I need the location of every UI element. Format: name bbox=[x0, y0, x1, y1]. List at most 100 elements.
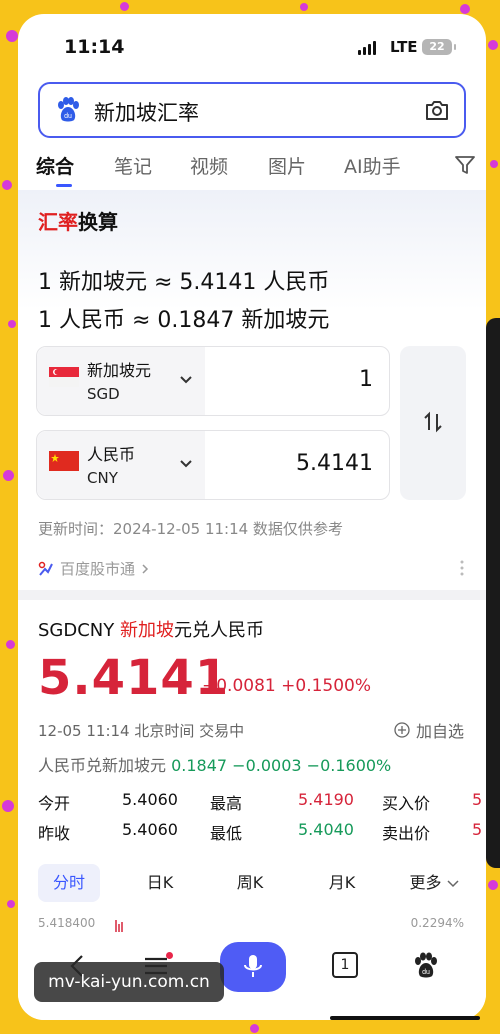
add-watchlist-label: 加自选 bbox=[415, 722, 464, 741]
decor-dot bbox=[2, 180, 12, 190]
open-value: 5.4060 bbox=[122, 790, 178, 809]
chart-tab-monthly[interactable]: 月K bbox=[320, 864, 364, 902]
pair-accent: 新加坡 bbox=[120, 620, 174, 641]
chart-top-value: 5.418400 bbox=[38, 916, 96, 930]
rate-line-cny-sgd: 1 人民币 ≈ 0.1847 新加坡元 bbox=[38, 308, 330, 333]
ask-value: 5 bbox=[472, 820, 483, 839]
menu-notification-dot bbox=[166, 952, 173, 959]
chart-tab-weekly[interactable]: 周K bbox=[228, 864, 272, 902]
tab-ai-assistant[interactable]: AI助手 bbox=[344, 152, 401, 179]
inverse-rate-values: 0.1847 −0.0003 −0.1600% bbox=[171, 756, 392, 775]
quote-row-prev-close: 昨收 5.4060 最低 5.4040 卖出价 5 bbox=[38, 820, 486, 846]
chevron-down-icon bbox=[180, 460, 192, 468]
from-currency-name: 新加坡元 bbox=[87, 361, 152, 380]
chart-tab-intraday[interactable]: 分时 bbox=[38, 864, 100, 902]
to-amount-input[interactable]: 5.4141 bbox=[296, 451, 373, 476]
chevron-down-icon bbox=[447, 880, 459, 888]
decor-dot bbox=[488, 880, 498, 890]
svg-text:du: du bbox=[64, 113, 72, 120]
tab-images[interactable]: 图片 bbox=[268, 152, 306, 179]
tabs-count: 1 bbox=[340, 957, 350, 973]
swap-currencies-button[interactable] bbox=[400, 346, 466, 500]
tabs-count-button[interactable]: 1 bbox=[332, 952, 358, 978]
pair-code: SGDCNY bbox=[38, 620, 115, 641]
high-value: 5.4190 bbox=[298, 790, 354, 809]
decor-dot bbox=[120, 2, 129, 11]
active-tab-indicator bbox=[56, 184, 72, 187]
pair-title[interactable]: SGDCNY 新加坡元兑人民币 bbox=[38, 616, 264, 642]
chevron-right-icon bbox=[142, 563, 149, 574]
baidu-paw-icon: du bbox=[58, 97, 79, 122]
update-time: 更新时间：2024-12-05 11:14 数据仅供参考 bbox=[38, 520, 343, 538]
singapore-flag-icon bbox=[49, 367, 79, 387]
pair-rest: 元兑人民币 bbox=[174, 620, 264, 641]
bid-value: 5 bbox=[472, 790, 483, 809]
quote-card: SGDCNY 新加坡元兑人民币 5.4141 +0.0081 +0.1500% … bbox=[18, 600, 486, 934]
converter-title-rest: 换算 bbox=[78, 210, 118, 234]
chevron-down-icon bbox=[180, 376, 192, 384]
chart-period-tabs: 分时 日K 周K 月K 更多 bbox=[38, 864, 486, 902]
converter-title: 汇率换算 bbox=[38, 206, 118, 235]
bid-label: 买入价 bbox=[382, 794, 431, 813]
section-divider bbox=[18, 590, 486, 600]
price-change: +0.0081 +0.1500% bbox=[202, 676, 372, 696]
rate-line-sgd-cny: 1 新加坡元 ≈ 5.4141 人民币 bbox=[38, 270, 330, 295]
current-price: 5.4141 bbox=[38, 650, 230, 706]
more-options-icon[interactable] bbox=[460, 560, 464, 576]
add-watchlist-button[interactable]: 加自选 bbox=[394, 718, 464, 742]
filter-icon[interactable] bbox=[454, 154, 476, 176]
decor-dot bbox=[460, 4, 470, 14]
network-type: LTE bbox=[390, 38, 418, 56]
inverse-rate-label: 人民币兑新加坡元 bbox=[38, 756, 167, 775]
source-label: 百度股市通 bbox=[60, 560, 136, 578]
swap-icon bbox=[424, 411, 442, 433]
decor-dot bbox=[3, 470, 14, 481]
status-time: 11:14 bbox=[64, 36, 125, 58]
result-tabs: 综合 笔记 视频 图片 AI助手 bbox=[36, 152, 476, 192]
decor-dot bbox=[488, 40, 498, 50]
to-currency-select[interactable]: 人民币 CNY bbox=[37, 431, 205, 499]
prev-close-label: 昨收 bbox=[38, 824, 71, 843]
to-currency-name: 人民币 bbox=[87, 445, 136, 464]
baidu-home-icon[interactable]: du bbox=[412, 952, 440, 980]
signal-icon bbox=[358, 41, 376, 55]
search-bar[interactable]: du 新加坡汇率 bbox=[38, 82, 466, 138]
tab-all[interactable]: 综合 bbox=[36, 152, 74, 179]
low-value: 5.4040 bbox=[298, 820, 354, 839]
battery-icon: 22 bbox=[422, 39, 456, 55]
high-label: 最高 bbox=[210, 794, 243, 813]
exchange-converter-card: 汇率换算 1 新加坡元 ≈ 5.4141 人民币 1 人民币 ≈ 0.1847 … bbox=[18, 190, 486, 590]
from-amount-input[interactable]: 1 bbox=[359, 367, 373, 392]
prev-close-value: 5.4060 bbox=[122, 820, 178, 839]
from-currency-select[interactable]: 新加坡元 SGD bbox=[37, 347, 205, 415]
to-currency-code: CNY bbox=[87, 469, 118, 487]
chart-tab-more-label: 更多 bbox=[409, 873, 442, 892]
open-label: 今开 bbox=[38, 794, 71, 813]
chart-tab-daily[interactable]: 日K bbox=[138, 864, 182, 902]
low-label: 最低 bbox=[210, 824, 243, 843]
decor-dot bbox=[250, 1024, 259, 1033]
decor-dot bbox=[300, 3, 308, 11]
phone-screen: 11:14 LTE 22 du 新加坡汇率 综合 笔记 视频 图片 AI助手 汇… bbox=[18, 14, 486, 1020]
search-input[interactable]: 新加坡汇率 bbox=[94, 97, 199, 127]
background-edge bbox=[486, 318, 500, 868]
microphone-icon bbox=[244, 955, 262, 977]
decor-dot bbox=[7, 900, 15, 908]
decor-dot bbox=[6, 640, 15, 649]
decor-dot bbox=[2, 800, 14, 812]
home-indicator bbox=[330, 1016, 480, 1020]
tab-videos[interactable]: 视频 bbox=[190, 152, 228, 179]
camera-icon[interactable] bbox=[424, 98, 450, 122]
chart-tab-more[interactable]: 更多 bbox=[404, 864, 464, 902]
plus-circle-icon bbox=[394, 722, 410, 738]
decor-dot bbox=[6, 30, 18, 42]
quote-time: 12-05 11:14 北京时间 交易中 bbox=[38, 722, 245, 740]
source-link[interactable]: 百度股市通 bbox=[38, 558, 149, 579]
svg-text:du: du bbox=[422, 969, 430, 976]
to-currency-box: 人民币 CNY 5.4141 bbox=[36, 430, 390, 500]
voice-search-button[interactable] bbox=[220, 942, 286, 992]
chart-top-percent: 0.2294% bbox=[410, 916, 464, 930]
status-bar: 11:14 LTE 22 bbox=[18, 14, 486, 76]
from-currency-box: 新加坡元 SGD 1 bbox=[36, 346, 390, 416]
tab-notes[interactable]: 笔记 bbox=[114, 152, 152, 179]
